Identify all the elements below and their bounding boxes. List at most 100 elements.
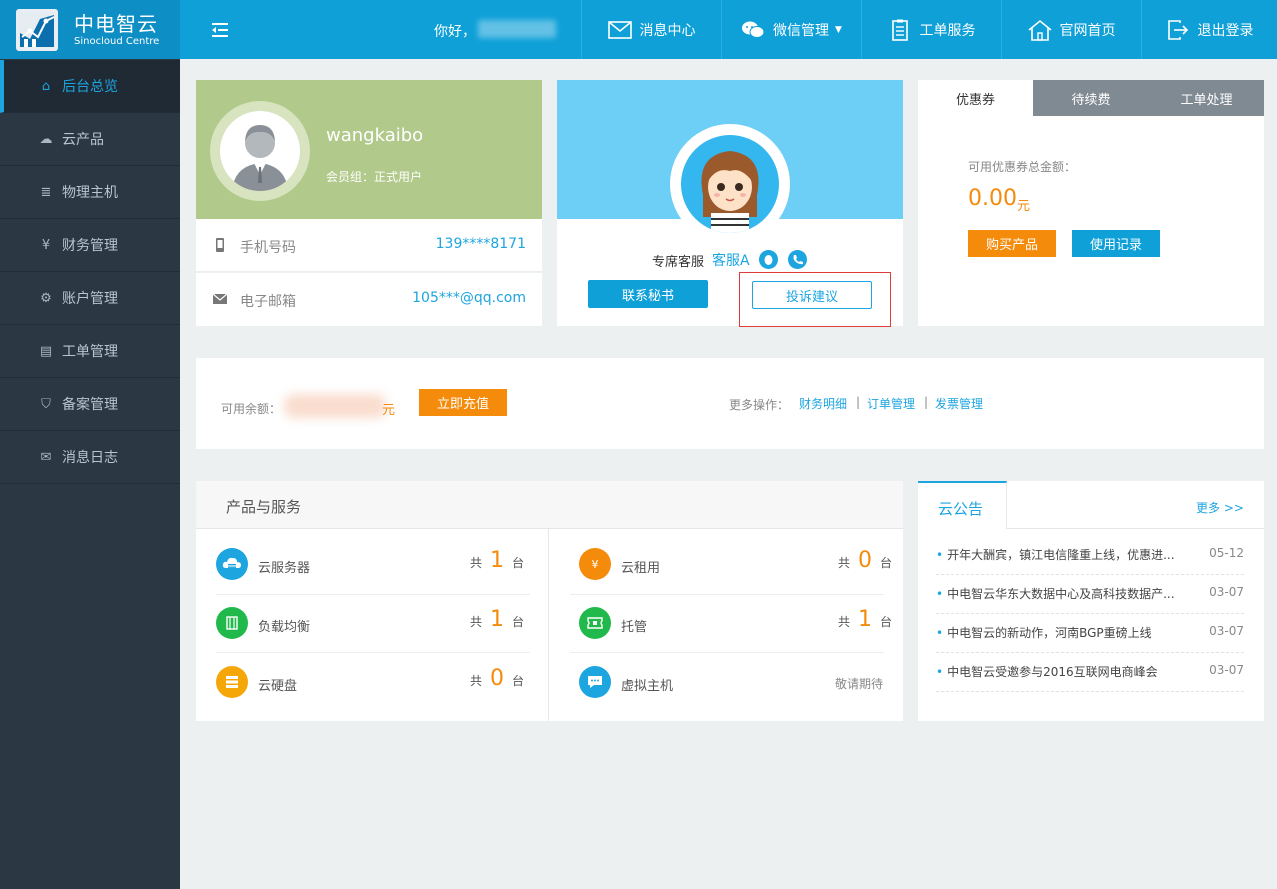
sidebar-item-message-log[interactable]: ✉ 消息日志	[0, 431, 180, 484]
complaint-button[interactable]: 投诉建议	[752, 281, 872, 309]
usage-record-button[interactable]: 使用记录	[1072, 230, 1160, 257]
phone-icon[interactable]	[788, 250, 807, 269]
sidebar-item-label: 云产品	[62, 132, 104, 148]
sidebar-item-label: 备案管理	[62, 397, 118, 413]
count-value: 1	[490, 607, 505, 632]
row-divider	[216, 652, 530, 653]
brand-logo[interactable]: 中电智云 Sinocloud Centre	[0, 0, 180, 59]
contact-secretary-button[interactable]: 联系秘书	[588, 280, 708, 308]
nav-logout[interactable]: 退出登录	[1141, 0, 1277, 59]
notice-title: 开年大酬宾，镇江电信隆重上线，优惠进...	[947, 548, 1175, 562]
nav-wechat[interactable]: 微信管理 ▼	[721, 0, 861, 59]
brand-subtitle: Sinocloud Centre	[74, 36, 160, 47]
count-suffix: 台	[512, 674, 525, 688]
sidebar-item-label: 消息日志	[62, 450, 118, 466]
mobile-icon	[212, 237, 228, 253]
count-prefix: 共	[470, 615, 483, 629]
disk-icon	[216, 666, 248, 698]
sidebar-item-label: 后台总览	[62, 79, 118, 95]
nav-message-center[interactable]: 消息中心	[581, 0, 721, 59]
email-row: 电子邮箱 105***@qq.com	[196, 273, 542, 326]
tab-pending-renewal[interactable]: 待续费	[1033, 80, 1149, 116]
notices-more-link[interactable]: 更多 >>	[1196, 499, 1244, 516]
qq-icon[interactable]	[759, 250, 778, 269]
service-agent-name[interactable]: 客服A	[712, 250, 750, 270]
sidebar-item-filing[interactable]: ⛉ 备案管理	[0, 378, 180, 431]
bullet-icon: •	[936, 665, 944, 679]
product-name-load-balance[interactable]: 负载均衡	[258, 616, 310, 635]
link-separator: |	[856, 395, 861, 409]
hosting-icon	[579, 607, 611, 639]
notice-item[interactable]: • 中电智云受邀参与2016互联网电商峰会 03-07	[936, 653, 1244, 692]
balance-unit: 元	[382, 403, 396, 418]
product-count-cloud-disk: 共0台	[470, 666, 524, 691]
home-icon: ⌂	[41, 78, 51, 94]
product-count-load-balance: 共1台	[470, 607, 524, 632]
notice-item[interactable]: • 中电智云的新动作，河南BGP重磅上线 03-07	[936, 614, 1244, 653]
nav-label: 官网首页	[1059, 22, 1116, 39]
count-value: 1	[490, 548, 505, 573]
product-count-hosting: 共1台	[838, 607, 892, 632]
count-value: 0	[858, 548, 873, 573]
logo-icon	[16, 9, 58, 51]
notice-date: 05-12	[1209, 546, 1244, 560]
service-avatar	[681, 135, 779, 233]
recharge-button[interactable]: 立即充值	[419, 389, 507, 416]
count-prefix: 共	[470, 556, 483, 570]
chat-bubble-icon	[579, 666, 611, 698]
count-suffix: 台	[880, 615, 893, 629]
money-bag-icon: ¥	[579, 548, 611, 580]
count-prefix: 共	[838, 615, 851, 629]
menu-toggle-icon[interactable]	[210, 20, 232, 40]
sidebar-item-cloud-products[interactable]: ☁ 云产品	[0, 113, 180, 166]
sidebar-item-finance[interactable]: ¥ 财务管理	[0, 219, 180, 272]
tab-ticket-processing[interactable]: 工单处理	[1149, 80, 1264, 116]
count-prefix: 共	[838, 556, 851, 570]
finance-detail-link[interactable]: 财务明细	[799, 395, 847, 412]
sidebar-item-tickets[interactable]: ▤ 工单管理	[0, 325, 180, 378]
coupon-total-label: 可用优惠券总金额：	[968, 160, 1077, 174]
username-redacted	[478, 20, 556, 38]
product-name-cloud-rental[interactable]: 云租用	[621, 557, 660, 576]
row-divider	[216, 594, 530, 595]
envelope-icon	[212, 291, 228, 307]
notice-item[interactable]: • 开年大酬宾，镇江电信隆重上线，优惠进... 05-12	[936, 536, 1244, 575]
product-name-hosting[interactable]: 托管	[621, 616, 647, 635]
product-name-virtual-host[interactable]: 虚拟主机	[621, 675, 673, 694]
greeting-text: 你好，	[434, 24, 476, 40]
order-management-link[interactable]: 订单管理	[867, 395, 915, 412]
products-panel-header	[196, 481, 903, 529]
coupon-unit: 元	[1017, 199, 1031, 214]
tab-coupons[interactable]: 优惠券	[918, 80, 1033, 116]
sidebar-item-account[interactable]: ⚙ 账户管理	[0, 272, 180, 325]
username: wangkaibo	[326, 125, 424, 146]
sidebar-item-overview[interactable]: ⌂ 后台总览	[0, 60, 180, 113]
buy-product-button[interactable]: 购买产品	[968, 230, 1056, 257]
coming-soon-text: 敬请期待	[835, 677, 884, 691]
nav-official-home[interactable]: 官网首页	[1001, 0, 1141, 59]
cloud-icon: ☁	[39, 131, 53, 147]
bullet-icon: •	[936, 548, 944, 562]
gears-icon: ⚙	[40, 290, 52, 306]
notice-item[interactable]: • 中电智云华东大数据中心及高科技数据产... 03-07	[936, 575, 1244, 614]
sidebar-item-physical-host[interactable]: ≣ 物理主机	[0, 166, 180, 219]
product-count-cloud-server: 共1台	[470, 548, 524, 573]
nav-label: 消息中心	[639, 22, 696, 39]
logout-icon	[1166, 19, 1190, 41]
notice-title: 中电智云华东大数据中心及高科技数据产...	[947, 587, 1175, 601]
invoice-management-link[interactable]: 发票管理	[935, 395, 983, 412]
link-separator: |	[924, 395, 929, 409]
balance-label: 可用余额：	[221, 402, 282, 416]
avatar[interactable]	[220, 111, 300, 191]
product-name-cloud-disk[interactable]: 云硬盘	[258, 675, 297, 694]
clipboard-icon: ▤	[39, 343, 53, 359]
clipboard-icon	[888, 19, 912, 41]
count-suffix: 台	[512, 615, 525, 629]
chevron-down-icon: ▼	[835, 24, 842, 35]
phone-value: 139****8171	[435, 236, 526, 252]
count-value: 1	[858, 607, 873, 632]
nav-ticket-service[interactable]: 工单服务	[861, 0, 1001, 59]
product-name-cloud-server[interactable]: 云服务器	[258, 557, 310, 576]
products-divider	[548, 529, 549, 721]
shield-icon: ⛉	[41, 396, 51, 412]
